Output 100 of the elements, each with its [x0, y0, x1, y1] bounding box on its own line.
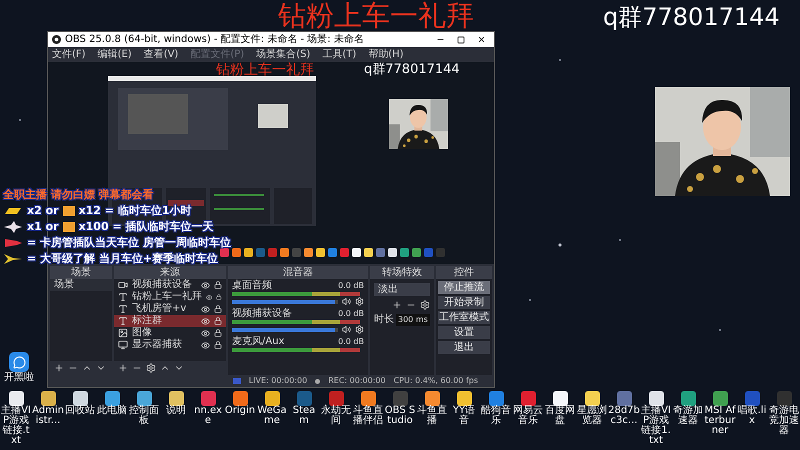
icon-label[interactable]: 奇游加速器: [672, 406, 704, 426]
control-button[interactable]: 设置: [438, 326, 490, 339]
icon-label[interactable]: 酷狗音乐: [480, 406, 512, 426]
transition-select[interactable]: 淡出: [374, 283, 430, 296]
add-icon[interactable]: [54, 363, 64, 373]
maximize-icon[interactable]: [457, 36, 465, 44]
app-icon[interactable]: [744, 391, 760, 406]
source-item[interactable]: 标注群: [114, 315, 226, 327]
app-icon[interactable]: [648, 391, 664, 406]
icon-label[interactable]: 主播VIP游戏链接.txt: [0, 406, 32, 446]
icon-label[interactable]: 控制面板: [128, 406, 160, 426]
lock-icon[interactable]: [214, 341, 222, 349]
visibility-icon[interactable]: [201, 316, 210, 326]
app-icon[interactable]: [8, 391, 24, 406]
lock-icon[interactable]: [214, 305, 222, 313]
app-icon[interactable]: [104, 391, 120, 406]
speaker-icon[interactable]: [342, 325, 351, 334]
app-icon[interactable]: [584, 391, 600, 406]
icon-label[interactable]: OBS Studio: [384, 406, 416, 426]
volume-slider[interactable]: [232, 328, 338, 332]
dock-header: 混音器: [228, 266, 368, 279]
visibility-icon[interactable]: [201, 328, 210, 338]
menu-item[interactable]: 工具(T): [322, 48, 356, 60]
app-icon[interactable]: [72, 391, 88, 406]
app-icon[interactable]: [232, 391, 248, 406]
icon-label[interactable]: YY语音: [448, 406, 480, 426]
app-icon[interactable]: [456, 391, 472, 406]
source-item[interactable]: 图像: [114, 327, 226, 339]
control-button[interactable]: 开始录制: [438, 296, 490, 309]
icon-label[interactable]: 奇游电竞加速器: [768, 406, 800, 436]
source-item[interactable]: 显示器捕获: [114, 339, 226, 351]
gift-reward: x12 = 临时车位1小时: [78, 204, 192, 218]
app-icon[interactable]: [552, 391, 568, 406]
source-item[interactable]: 飞机房管+v: [114, 303, 226, 315]
icon-label[interactable]: 此电脑: [96, 406, 128, 416]
menu-item[interactable]: 文件(F): [52, 48, 86, 60]
lock-icon[interactable]: [216, 293, 222, 301]
dock-header: 场景: [50, 266, 112, 279]
lock-icon[interactable]: [214, 329, 222, 337]
icon-label[interactable]: 百度网盘: [544, 406, 576, 426]
icon-label[interactable]: 星愿浏览器: [576, 406, 608, 426]
menu-item[interactable]: 场景集合(S): [256, 48, 310, 60]
icon-label[interactable]: 斗鱼直播: [416, 406, 448, 426]
app-icon[interactable]: [680, 391, 696, 406]
visibility-icon[interactable]: [201, 340, 210, 350]
icon-label[interactable]: 开黑啦: [4, 372, 34, 383]
gift-count: x2 or: [27, 204, 59, 218]
control-button[interactable]: 工作室模式: [438, 311, 490, 324]
icon-label[interactable]: 斗鱼直播伴侣: [352, 406, 384, 426]
app-icon[interactable]: [136, 391, 152, 406]
app-icon[interactable]: [520, 391, 536, 406]
menu-item[interactable]: 帮助(H): [368, 48, 404, 60]
dock-header: 转场特效: [370, 266, 434, 279]
menu-item[interactable]: 查看(V): [144, 48, 178, 60]
source-item[interactable]: 视频捕获设备: [114, 279, 226, 291]
settings-icon[interactable]: [146, 363, 156, 373]
icon-label[interactable]: 说明: [160, 406, 192, 416]
icon-label[interactable]: 主播VIP游戏链接1.txt: [640, 406, 672, 446]
icon-label[interactable]: MSI Afterburner: [704, 406, 736, 436]
add-icon[interactable]: [392, 300, 402, 310]
icon-label[interactable]: 永劫无间: [320, 406, 352, 426]
app-icon[interactable]: [360, 391, 376, 406]
app-icon[interactable]: [40, 391, 56, 406]
icon-label[interactable]: 回收站: [64, 406, 96, 416]
icon-label[interactable]: Origin: [224, 406, 256, 416]
icon-label[interactable]: Administr...: [32, 406, 64, 426]
icon-label[interactable]: 网易云音乐: [512, 406, 544, 426]
text-icon: [118, 304, 128, 314]
chat-app-icon[interactable]: [9, 352, 29, 372]
app-icon[interactable]: [264, 391, 280, 406]
app-icon[interactable]: [424, 391, 440, 406]
icon-label[interactable]: WeGame: [256, 406, 288, 426]
settings-icon[interactable]: [355, 325, 364, 334]
icon-label[interactable]: nn.exe: [192, 406, 224, 426]
icon-label[interactable]: 28d7bc3c...: [608, 406, 640, 426]
volume-slider[interactable]: [232, 300, 338, 304]
settings-icon[interactable]: [420, 300, 430, 310]
icon-label[interactable]: Steam: [288, 406, 320, 426]
duration-field[interactable]: 300 ms: [396, 314, 430, 326]
gift-reward: x100 = 插队临时车位一天: [78, 220, 214, 234]
add-icon[interactable]: [118, 363, 128, 373]
visibility-icon[interactable]: [206, 292, 212, 302]
close-icon[interactable]: [477, 35, 486, 44]
channel-name: 麦克风/Aux: [232, 336, 284, 347]
control-button[interactable]: 退出: [438, 341, 490, 354]
channel-reading: 0.0 dB: [338, 280, 364, 291]
icon-label[interactable]: 唱歌.lix: [736, 406, 768, 426]
lock-icon[interactable]: [214, 281, 222, 289]
menu-item[interactable]: 编辑(E): [98, 48, 132, 60]
visibility-icon[interactable]: [201, 280, 210, 290]
scene-item[interactable]: 场景: [50, 279, 112, 291]
settings-icon[interactable]: [355, 297, 364, 306]
duration-label: 时长: [374, 314, 394, 326]
lock-icon[interactable]: [214, 317, 222, 325]
camera-icon: [118, 280, 128, 290]
control-button[interactable]: 停止推流: [438, 281, 490, 294]
speaker-icon[interactable]: [342, 297, 351, 306]
source-item[interactable]: 钻粉上车一礼拜: [114, 291, 226, 303]
visibility-icon[interactable]: [201, 304, 210, 314]
app-icon[interactable]: [168, 391, 184, 406]
